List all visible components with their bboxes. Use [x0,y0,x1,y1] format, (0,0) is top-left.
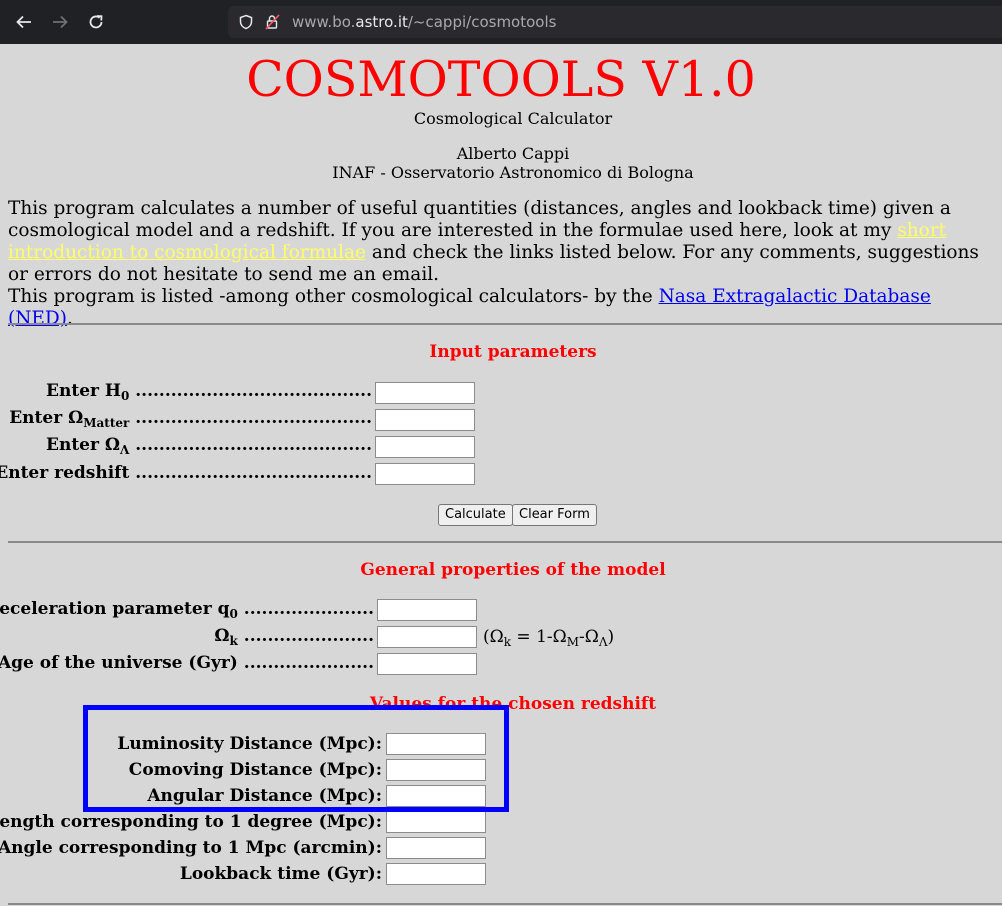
length-per-degree-output[interactable] [386,811,486,833]
arrow-left-icon [16,15,31,29]
divider [8,541,1002,543]
h0-input[interactable] [375,382,475,404]
h0-label: Enter H0 ...............................… [46,381,372,403]
shield-icon[interactable] [238,14,254,30]
omega-k-formula: (Ωk = 1-ΩM-ΩΛ) [483,627,615,649]
divider [8,903,1002,905]
forward-button[interactable] [48,10,72,34]
author: Alberto Cappi [456,144,570,163]
comoving-distance-label: Comoving Distance (Mpc): [128,760,382,780]
reload-icon [89,15,103,29]
angle-per-mpc-output[interactable] [386,837,486,859]
address-bar[interactable]: www.bo.astro.it/~cappi/cosmotools [228,6,1002,38]
browser-toolbar: www.bo.astro.it/~cappi/cosmotools [0,0,1002,44]
divider [8,323,1002,325]
age-label: Age of the universe (Gyr) ..............… [0,653,374,673]
general-section-title: General properties of the model [360,560,666,580]
angle-per-mpc-label: Angle corresponding to 1 Mpc (arcmin): [0,838,382,858]
page-title: COSMOTOOLS V1.0 [246,51,756,108]
reload-button[interactable] [84,10,108,34]
arrow-right-icon [53,15,68,29]
subtitle: Cosmological Calculator [413,109,613,128]
age-output[interactable] [377,653,477,675]
length-per-degree-label: Length corresponding to 1 degree (Mpc): [0,812,382,832]
redshift-label: Enter redshift .........................… [0,463,372,483]
clear-form-button[interactable]: Clear Form [512,504,597,526]
luminosity-distance-label: Luminosity Distance (Mpc): [117,734,382,754]
omega-lambda-input[interactable] [375,436,475,458]
comoving-distance-output[interactable] [386,759,486,781]
input-section-title: Input parameters [429,342,597,362]
insecure-lock-icon[interactable] [264,13,282,31]
deceleration-label: Deceleration parameter q0 ..............… [0,599,374,621]
omega-k-label: Ωk ...................... [214,626,374,648]
redshift-section-title: Values for the chosen redshift [369,694,657,714]
lookback-time-output[interactable] [386,863,486,885]
omega-k-output[interactable] [377,626,477,648]
angular-distance-label: Angular Distance (Mpc): [147,786,382,806]
omega-lambda-label: Enter ΩΛ ...............................… [46,435,372,457]
back-button[interactable] [12,10,36,34]
luminosity-distance-output[interactable] [386,733,486,755]
angular-distance-output[interactable] [386,785,486,807]
intro-text: This program calculates a number of usef… [8,198,951,241]
intro-paragraph: This program calculates a number of usef… [8,198,979,329]
calculate-button[interactable]: Calculate [438,504,513,526]
q0-output[interactable] [377,599,477,621]
omega-matter-label: Enter ΩMatter ..........................… [9,408,372,430]
url-text[interactable]: www.bo.astro.it/~cappi/cosmotools [292,13,556,31]
omega-matter-input[interactable] [375,409,475,431]
intro-text: This program is listed -among other cosm… [8,286,659,307]
redshift-input[interactable] [375,463,475,485]
lookback-time-label: Lookback time (Gyr): [179,864,382,884]
institution: INAF - Osservatorio Astronomico di Bolog… [332,163,694,182]
